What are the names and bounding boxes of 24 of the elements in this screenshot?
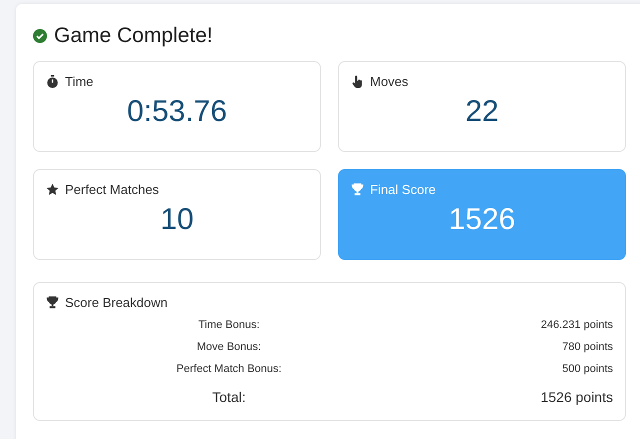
- stat-value: 10: [159, 203, 195, 237]
- breakdown-label: Perfect Match Bonus:: [175, 363, 283, 375]
- check-circle-icon: [33, 29, 47, 43]
- stat-label: Perfect Matches: [65, 182, 159, 197]
- breakdown-value: 1526 points: [540, 389, 613, 405]
- breakdown-label: Time Bonus:: [197, 319, 261, 331]
- breakdown-value: 780 points: [561, 341, 613, 353]
- breakdown-value: 500 points: [561, 363, 613, 375]
- breakdown-title: Score Breakdown: [65, 295, 168, 310]
- breakdown-value: 246.231 points: [540, 319, 613, 331]
- trophy-icon: [46, 296, 59, 309]
- pointing-hand-icon: [351, 75, 364, 88]
- stat-value: 0:53.76: [126, 95, 228, 129]
- stat-label: Moves: [370, 74, 408, 89]
- stat-label: Final Score: [370, 182, 436, 197]
- star-icon: [46, 183, 59, 196]
- breakdown-label: Move Bonus:: [196, 341, 262, 353]
- stat-value: 1526: [448, 203, 516, 237]
- stat-label: Time: [65, 74, 94, 89]
- stat-value: 22: [464, 95, 500, 129]
- stopwatch-icon: [46, 75, 59, 88]
- breakdown-label: Total:: [211, 389, 247, 405]
- page-title: Game Complete!: [54, 24, 213, 48]
- trophy-icon: [351, 183, 364, 196]
